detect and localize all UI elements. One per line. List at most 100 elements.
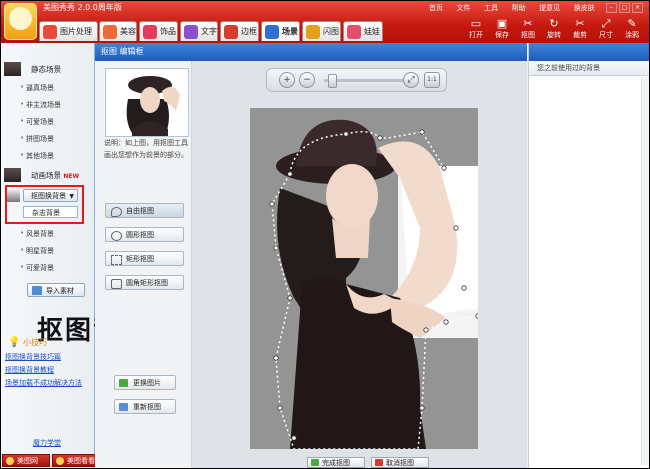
rotate-button[interactable]: ↻ 旋转 (543, 17, 565, 40)
sidebar-item-realistic[interactable]: 逼真场景 (20, 83, 54, 93)
sidebar-item-other[interactable]: 其他场景 (20, 151, 54, 161)
right-scrollbar[interactable] (641, 77, 649, 465)
tab-flash[interactable]: 闪图 (302, 21, 341, 41)
minimize-button[interactable]: – (606, 3, 617, 13)
top-toolbar: 美图秀秀 2.0.0周年版 首页 文件 工具 帮助 提意见 换皮肤 – □ × 图片… (1, 1, 649, 43)
tip-link-load-fix[interactable]: 场景加载不成功解决方法 (5, 378, 82, 388)
cutout-icon: ✂ (523, 17, 533, 30)
sidebar-item-collage[interactable]: 拼图场景 (20, 134, 54, 144)
check-icon (311, 459, 319, 466)
sidebar-item-cute-bg[interactable]: 可爱背景 (20, 263, 54, 273)
new-badge: NEW (63, 173, 80, 180)
history-header: 您之前使用过的背景 (529, 61, 649, 76)
refresh-icon (119, 403, 128, 411)
window-controls: – □ × (604, 2, 643, 13)
tab-image-processing[interactable]: 图片处理 (39, 21, 98, 41)
zoom-in-icon: + (283, 75, 291, 85)
editor-header: 抠图 编辑框 (95, 43, 527, 61)
meitu-web-button[interactable]: 美图网 (2, 454, 50, 467)
cutout-scene-thumbnail (7, 189, 20, 202)
resize-button[interactable]: ⤢ 尺寸 (595, 17, 617, 40)
tab-beauty[interactable]: 美容 (99, 21, 137, 41)
sidebar-item-cute[interactable]: 可爱场景 (20, 117, 54, 127)
tip-link-cutout-tutorial[interactable]: 抠图换背景教程 (5, 365, 54, 375)
resize-icon: ⤢ (601, 17, 611, 30)
tips-title: 💡 小技巧 (8, 337, 47, 348)
frame-icon (224, 25, 238, 39)
tab-scene[interactable]: 场景 (261, 21, 300, 41)
sidebar-item-magazine[interactable]: 杂志背景 (23, 206, 78, 218)
zoom-out-icon: − (303, 75, 311, 85)
cutout-instructions: 说明：如上图，用抠图工具画出您想作为前景的部分。 (104, 139, 188, 159)
meitu-viewer-button[interactable]: 美图看看 (52, 454, 96, 467)
fit-window-button[interactable]: ⤢ (403, 72, 419, 88)
rounded-rect-icon (111, 279, 122, 289)
crop-button[interactable]: ✂ 裁剪 (569, 17, 591, 40)
lightbulb-icon: 💡 (8, 337, 21, 348)
magic-school-link[interactable]: 魔力学堂 (33, 438, 61, 448)
menu-help[interactable]: 帮助 (512, 4, 526, 12)
rect-cutout-button[interactable]: 矩形抠图 (105, 251, 184, 266)
sidebar-item-nonmainstream[interactable]: 非主流场景 (20, 100, 61, 110)
image-icon (43, 25, 57, 39)
sidebar-item-landscape[interactable]: 风景背景 (20, 229, 54, 239)
app-window: 美图秀秀 2.0.0周年版 首页 文件 工具 帮助 提意见 换皮肤 – □ × 图片… (0, 0, 650, 469)
heart-icon (143, 25, 157, 39)
app-logo (4, 3, 37, 40)
cutout-button[interactable]: ✂ 抠图 (517, 17, 539, 40)
change-image-button[interactable]: 更换图片 (114, 375, 176, 390)
cancel-icon (375, 459, 383, 466)
circle-icon (111, 231, 122, 241)
menu-file[interactable]: 文件 (457, 4, 471, 12)
sidebar-item-celebrity[interactable]: 明星背景 (20, 246, 54, 256)
tab-text[interactable]: 文字 (180, 21, 218, 41)
doll-icon (347, 25, 361, 39)
save-button[interactable]: ▣ 保存 (491, 17, 513, 40)
meitu-icon (6, 457, 14, 465)
flash-icon (306, 25, 320, 39)
actual-size-button[interactable]: 1:1 (424, 72, 440, 88)
finish-cutout-button[interactable]: 完成抠图 (307, 457, 365, 468)
zoom-out-button[interactable]: − (299, 72, 315, 88)
open-button[interactable]: ▭ 打开 (465, 17, 487, 40)
zoom-in-button[interactable]: + (279, 72, 295, 88)
menu-home[interactable]: 首页 (429, 4, 443, 12)
brush-icon: ✎ (627, 17, 637, 30)
zoom-slider-handle[interactable] (327, 74, 337, 88)
menu-feedback[interactable]: 提意见 (539, 4, 560, 12)
tip-link-cutout-tricks[interactable]: 抠图换背景技巧篇 (5, 352, 61, 362)
rotate-icon: ↻ (549, 17, 559, 30)
face-icon (103, 25, 117, 39)
app-title: 美图秀秀 2.0.0周年版 (43, 3, 122, 12)
cutout-background-dropdown[interactable]: 抠图换背景 ▼ (23, 189, 78, 202)
maximize-button[interactable]: □ (619, 3, 630, 13)
free-cutout-button[interactable]: 自由抠图 (105, 203, 184, 218)
preview-thumbnail (105, 68, 189, 137)
right-panel-bar (529, 43, 649, 61)
cancel-cutout-button[interactable]: 取消抠图 (371, 457, 429, 468)
menu-skin[interactable]: 换皮肤 (574, 4, 595, 12)
text-icon (184, 25, 198, 39)
actual-size-icon: 1:1 (427, 76, 437, 83)
redo-cutout-button[interactable]: 重新抠图 (114, 399, 176, 414)
import-material-button[interactable]: 导入素材 (27, 283, 85, 297)
import-icon (32, 286, 42, 295)
chevron-down-icon: ▼ (69, 193, 74, 200)
circle-cutout-button[interactable]: 圆形抠图 (105, 227, 184, 242)
viewer-icon (56, 457, 64, 465)
title-menus: 首页 文件 工具 帮助 提意见 换皮肤 (429, 3, 606, 13)
doodle-button[interactable]: ✎ 涂鸦 (621, 17, 643, 40)
zoom-bar: + − ⤢ 1:1 (266, 68, 447, 92)
close-button[interactable]: × (632, 3, 643, 13)
menu-tools[interactable]: 工具 (484, 4, 498, 12)
animated-scene-thumbnail (4, 168, 21, 182)
image-swap-icon (119, 379, 128, 387)
save-icon: ▣ (496, 17, 508, 30)
tab-frame[interactable]: 边框 (220, 21, 259, 41)
cutout-canvas-photo[interactable] (250, 108, 478, 449)
crop-icon: ✂ (575, 17, 585, 30)
tab-doll[interactable]: 娃娃 (343, 21, 383, 41)
rounded-rect-cutout-button[interactable]: 圆角矩形抠图 (105, 275, 184, 290)
lasso-icon (111, 207, 122, 217)
tab-accessories[interactable]: 饰品 (139, 21, 178, 41)
